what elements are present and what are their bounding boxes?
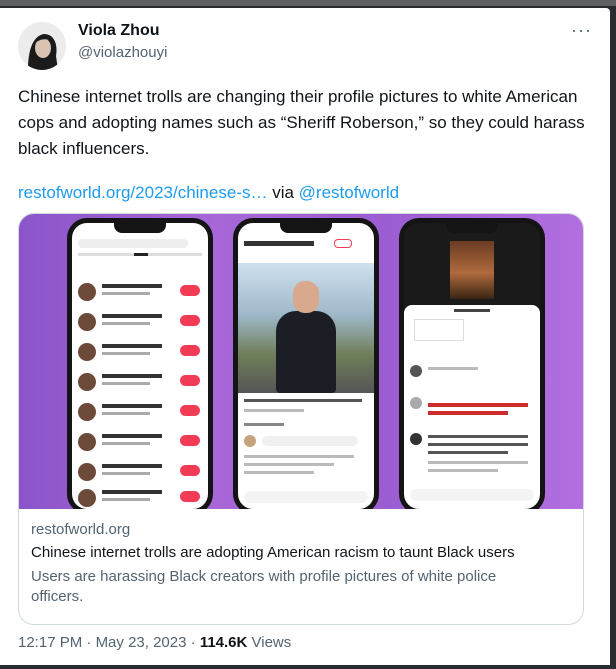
via-handle-link[interactable]: @restofworld — [299, 183, 399, 202]
phone-mockup-profile — [233, 218, 379, 509]
via-label: via — [272, 183, 294, 202]
author-name[interactable]: Viola Zhou — [78, 22, 159, 40]
tweet-date[interactable]: May 23, 2023 — [96, 634, 187, 651]
meta-separator: · — [82, 634, 96, 651]
author-handle[interactable]: @violazhouyi — [78, 44, 167, 61]
tweet-card: Viola Zhou @violazhouyi ··· Chinese inte… — [0, 8, 610, 665]
views-label: Views — [247, 634, 292, 651]
link-preview-card[interactable]: restofworld.org Chinese internet trolls … — [18, 213, 584, 625]
tweet-text: Chinese internet trolls are changing the… — [18, 87, 585, 158]
preview-image[interactable] — [19, 214, 583, 509]
preview-title: Chinese internet trolls are adopting Ame… — [31, 544, 515, 561]
article-link[interactable]: restofworld.org/2023/chinese-s… — [18, 183, 267, 202]
meta-separator: · — [186, 634, 200, 651]
tweet-link-line: restofworld.org/2023/chinese-s… via @res… — [18, 180, 399, 206]
views-count: 114.6K — [199, 634, 248, 651]
tweet-meta: 12:17 PM · May 23, 2023 · 114.6K Views — [18, 634, 291, 651]
phone-mockup-comments — [399, 218, 545, 509]
phone-mockup-search — [67, 218, 213, 509]
link-preview-text[interactable]: restofworld.org Chinese internet trolls … — [19, 509, 583, 624]
author-avatar[interactable] — [18, 22, 66, 70]
preview-domain: restofworld.org — [31, 521, 131, 538]
ellipsis-icon[interactable]: ··· — [571, 21, 592, 39]
preview-description: Users are harassing Black creators with … — [31, 568, 497, 605]
tweet-time[interactable]: 12:17 PM — [18, 634, 82, 651]
